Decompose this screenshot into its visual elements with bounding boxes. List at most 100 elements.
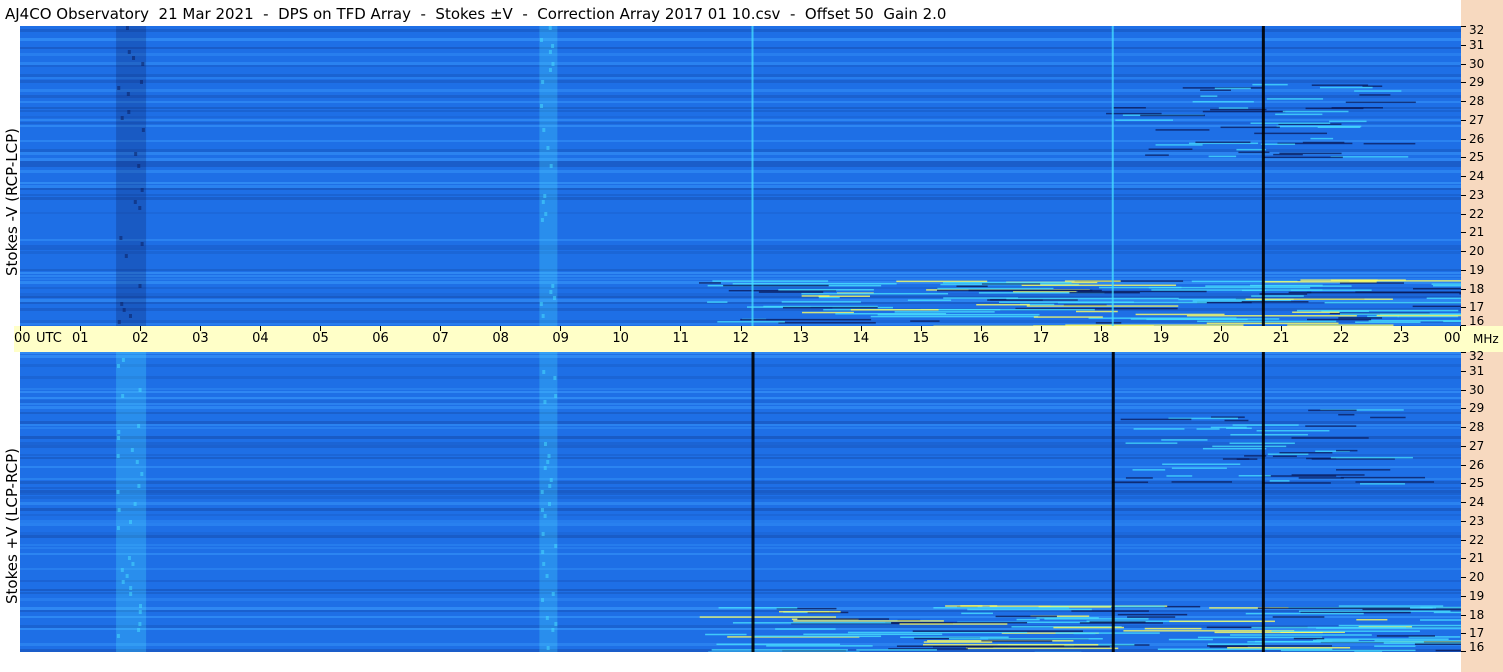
spectrogram-band-speckle (120, 568, 124, 572)
spectrogram-band-speckle (541, 598, 545, 602)
spectrogram-band-row (20, 535, 1461, 538)
utc-tick-label: 18 (1092, 331, 1110, 346)
spectrogram-band-speckle (117, 86, 121, 90)
spectrogram-band-speckle (129, 586, 133, 590)
spectrogram-streak (717, 321, 785, 323)
spectrogram-band-speckle (130, 448, 134, 452)
spectrogram-streak (1370, 416, 1406, 419)
utc-tick-label: 06 (372, 331, 389, 346)
spectrogram-streak (1336, 449, 1358, 452)
spectrogram-streak (1298, 477, 1344, 479)
mhz-tick-label: 26 (1469, 457, 1485, 472)
spectrogram-band-row (20, 269, 1461, 271)
spectrogram-band-speckle (554, 622, 558, 626)
spectrogram-band-speckle (129, 592, 133, 596)
spectrogram-vertical-line (1111, 352, 1115, 652)
mhz-tick (1461, 288, 1466, 290)
spectrogram-band-speckle (138, 610, 142, 614)
mhz-unit-label: MHz (1473, 332, 1499, 346)
spectrogram-streak (1420, 606, 1461, 609)
spectrogram-streak (1338, 624, 1461, 627)
spectrogram-band-row (20, 496, 1461, 499)
spectrogram-band-speckle (539, 38, 543, 42)
mhz-tick (1461, 633, 1466, 635)
mhz-tick-label: 32 (1469, 23, 1485, 37)
spectrogram-band-row (20, 158, 1461, 161)
spectrogram-streak (1227, 646, 1351, 649)
spectrogram-streak (907, 299, 952, 301)
mhz-tick-label: 25 (1469, 476, 1485, 491)
spectrogram-streak (1259, 293, 1308, 295)
spectrogram-streak (912, 630, 1083, 632)
spectrogram-band-speckle (137, 424, 141, 428)
mhz-tick (1461, 251, 1466, 252)
spectrogram-band-row (20, 65, 1461, 67)
spectrogram-streak (1339, 282, 1404, 284)
mhz-tick (1461, 595, 1466, 597)
spectrogram-streak (835, 313, 947, 315)
spectrogram-streak (885, 621, 1028, 624)
spectrogram-streak (1186, 315, 1357, 317)
mhz-tick-label: 16 (1469, 314, 1485, 328)
spectrogram-band-speckle (117, 508, 121, 512)
spectrogram-band-speckle (137, 484, 141, 488)
utc-tick-label: 12 (732, 331, 750, 346)
spectrogram-band-row (20, 47, 1461, 49)
mhz-tick-label: 18 (1469, 281, 1485, 296)
spectrogram-band-speckle (543, 466, 547, 470)
spectrogram-streak (1125, 442, 1178, 444)
spectrogram-band-speckle (541, 532, 545, 536)
spectrogram-streak (1374, 645, 1416, 647)
spectrogram-band-speckle (540, 218, 544, 222)
spectrogram-streak (1359, 94, 1391, 96)
mhz-tick-label: 24 (1469, 169, 1485, 183)
spectrogram-streak (708, 651, 860, 652)
spectrogram-streak (1329, 120, 1367, 123)
spectrogram-streak (1224, 419, 1249, 422)
spectrogram-streak (716, 643, 841, 646)
spectrogram-band-row (20, 161, 1461, 164)
spectrogram-streak (1230, 433, 1308, 436)
spectrogram-streak (718, 607, 798, 609)
mhz-tick (1461, 119, 1466, 121)
mhz-tick (1461, 325, 1466, 326)
spectrogram-streak (1376, 635, 1435, 637)
spectrogram-band-speckle (120, 302, 124, 306)
spectrogram-band-speckle (135, 460, 139, 464)
spectrogram-band-speckle (126, 92, 130, 96)
mhz-tick-label: 17 (1469, 626, 1485, 641)
spectrogram-band-speckle (121, 358, 125, 362)
spectrogram-band-speckle (138, 388, 142, 392)
spectrogram-band-speckle (539, 302, 543, 306)
spectrogram-vertical-line (1261, 352, 1265, 652)
spectrogram-streak (942, 281, 1072, 284)
mhz-tick (1461, 445, 1466, 447)
spectrogram-band-row (20, 29, 1461, 32)
spectrogram-band-speckle (139, 604, 143, 608)
spectrogram-band-row (20, 74, 1461, 77)
spectrogram-band-row (20, 487, 1461, 489)
mhz-tick (1461, 352, 1466, 353)
mhz-tick-label: 21 (1469, 551, 1485, 566)
spectrogram-streak (1218, 107, 1249, 109)
spectrogram-streak (965, 647, 1119, 650)
spectrogram-band-speckle (119, 236, 123, 240)
spectrogram-streak (1356, 618, 1388, 621)
spectrogram-band-speckle (116, 454, 120, 458)
spectrogram-streak (1115, 119, 1174, 121)
spectrogram-streak (1257, 607, 1411, 609)
spectrogram-band-row (20, 53, 1461, 56)
spectrogram-time-band (116, 26, 147, 326)
spectrogram-streak (956, 285, 988, 288)
spectrogram-band-speckle (129, 520, 133, 524)
spectrogram-band-speckle (127, 110, 131, 114)
spectrogram-band-row (20, 502, 1461, 505)
spectrogram-streak (896, 280, 988, 283)
spectrogram-streak (1330, 456, 1413, 459)
spectrogram-band-speckle (542, 370, 546, 374)
spectrogram-streak (1145, 154, 1169, 156)
mhz-tick (1461, 213, 1466, 215)
mhz-tick-label: 22 (1469, 532, 1485, 547)
spectrogram-band-row (20, 275, 1461, 277)
mhz-tick-label: 28 (1469, 94, 1485, 108)
